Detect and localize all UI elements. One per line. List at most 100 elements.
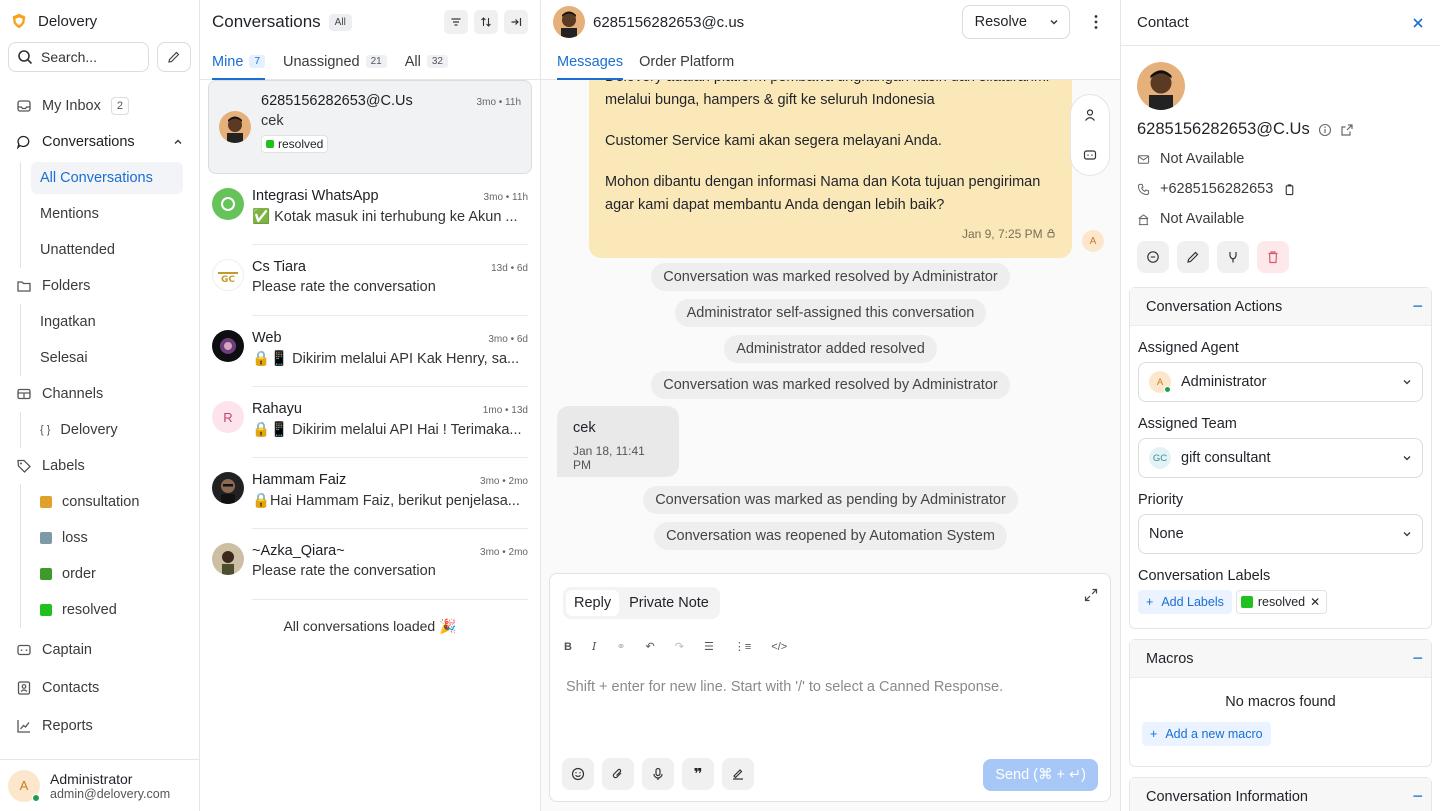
conversation-name: ~Azka_Qiara~ [252,543,345,559]
macros-panel: Macros − No macros found + Add a new macr… [1129,639,1432,767]
sidebar-item-folder-selesai[interactable]: Selesai [21,340,199,376]
code-icon[interactable]: </> [771,641,787,653]
assigned-agent-select[interactable]: A Administrator [1138,362,1423,402]
sidebar-item-label-order[interactable]: order [21,556,199,592]
chevron-down-icon [1403,532,1411,537]
collapse-icon[interactable]: − [1412,648,1423,669]
nav-my-inbox[interactable]: My Inbox 2 [0,88,199,124]
conversation-preview: Please rate the conversation [252,279,436,295]
nav-contacts[interactable]: Contacts [0,670,199,706]
svg-text:GC: GC [221,275,235,285]
search-input[interactable]: Search... [8,42,149,72]
contacts-icon [17,681,31,695]
my-inbox-count: 2 [110,97,129,115]
conversation-item[interactable]: Hammam Faiz 3mo • 2mo 🔒Hai Hammam Faiz, b… [200,458,540,529]
nav-channels[interactable]: Channels [0,376,199,412]
sidebar-item-mentions[interactable]: Mentions [21,196,199,232]
remove-label-icon[interactable]: ✕ [1310,595,1320,609]
captain-bot-icon[interactable] [1083,148,1097,162]
tab-messages[interactable]: Messages [557,44,624,80]
contact-phone: +6285156282653 [1137,179,1424,199]
sidebar-item-channel-delovery[interactable]: { } Delovery [21,412,199,448]
external-link-icon[interactable] [1340,123,1354,137]
bold-icon[interactable]: B [564,641,572,653]
sidebar-item-folder-ingatkan[interactable]: Ingatkan [21,304,199,340]
chevron-up-icon[interactable] [173,137,183,147]
conversation-information-header[interactable]: Conversation Information − [1130,778,1431,811]
link-icon[interactable]: ⚭ [616,640,625,653]
assigned-team-select[interactable]: GC gift consultant [1138,438,1423,478]
more-vertical-icon[interactable] [1084,10,1108,34]
collapse-panel-button[interactable] [504,10,528,34]
italic-icon[interactable]: I [592,640,596,653]
tab-all[interactable]: All 32 [405,44,448,79]
redo-icon[interactable]: ↷ [675,640,684,653]
online-status-dot [32,793,40,802]
macros-header[interactable]: Macros − [1130,640,1431,678]
compose-button[interactable] [157,42,191,72]
edit-contact-button[interactable] [1177,241,1209,273]
priority-select[interactable]: None [1138,514,1423,554]
chat-contact-name[interactable]: 6285156282653@c.us [593,14,744,31]
conversation-item[interactable]: ~Azka_Qiara~ 3mo • 2mo Please rate the co… [200,529,540,600]
collapse-icon[interactable]: − [1412,786,1423,807]
sidebar-item-unattended[interactable]: Unattended [21,232,199,268]
tab-order-platform[interactable]: Order Platform [639,44,734,79]
label-color-swatch [40,604,52,616]
send-button[interactable]: Send (⌘ + ↵) [983,759,1098,791]
copy-icon[interactable] [1283,183,1296,196]
resolve-button[interactable]: Resolve [961,5,1070,39]
nav-labels[interactable]: Labels [0,448,199,484]
nav-folders[interactable]: Folders [0,268,199,304]
reply-mode-button[interactable]: Reply [566,590,620,616]
sort-button[interactable] [474,10,498,34]
attach-button[interactable] [602,758,634,790]
merge-contact-button[interactable] [1217,241,1249,273]
tab-unassigned[interactable]: Unassigned 21 [283,44,387,79]
private-note-mode-button[interactable]: Private Note [621,590,717,616]
close-icon[interactable] [1412,17,1424,29]
sidebar-item-all-conversations[interactable]: All Conversations [31,162,183,194]
sidebar-item-label-resolved[interactable]: resolved [21,592,199,628]
conversation-item[interactable]: Web 3mo • 6d 🔒📱 Dikirim melalui API Kak H… [200,316,540,387]
activity-message: Administrator added resolved [541,335,1120,363]
undo-icon[interactable]: ↶ [646,640,655,653]
conversation-item[interactable]: 6285156282653@C.Us 3mo • 11h cek resolved [208,80,532,174]
numbered-list-icon[interactable]: ⋮≡ [734,640,751,653]
activity-message: Conversation was marked resolved by Admi… [541,263,1120,291]
canned-response-button[interactable]: ❞ [682,758,714,790]
collapse-icon[interactable]: − [1412,296,1423,317]
conversation-actions-header[interactable]: Conversation Actions − [1130,288,1431,326]
sidebar-item-label-loss[interactable]: loss [21,520,199,556]
filter-button[interactable] [444,10,468,34]
status-filter-pill[interactable]: All [328,13,352,31]
nav-captain[interactable]: Captain [0,632,199,668]
info-icon[interactable] [1318,123,1332,137]
conversation-item[interactable]: R Rahayu 1mo • 13d 🔒📱 Dikirim melalui API… [200,387,540,458]
label-name: consultation [62,494,140,510]
emoji-button[interactable] [562,758,594,790]
expand-icon[interactable] [1084,588,1098,602]
label-color-swatch [40,532,52,544]
voice-record-button[interactable] [642,758,674,790]
reply-composer: Reply Private Note B I ⚭ ↶ ↷ ☰ ⋮≡ </> Sh… [549,573,1111,802]
chevron-down-icon[interactable] [1049,17,1059,27]
nav-reports[interactable]: Reports [0,708,199,744]
delete-contact-button[interactable] [1257,241,1289,273]
tab-mine[interactable]: Mine 7 [212,44,265,80]
contact-avatar[interactable] [553,6,585,38]
add-macro-button[interactable]: + Add a new macro [1142,722,1271,746]
bullet-list-icon[interactable]: ☰ [704,640,714,653]
message-input[interactable]: Shift + enter for new line. Start with '… [566,679,1003,695]
nav-conversations[interactable]: Conversations [0,124,199,160]
message-text: cek [573,420,596,436]
new-message-button[interactable] [1137,241,1169,273]
conversation-item[interactable]: GC Cs Tiara 13d • 6d Please rate the conv… [200,245,540,316]
conversation-item[interactable]: Integrasi WhatsApp 3mo • 11h ✅ Kotak masu… [200,174,540,245]
conversation-preview: ✅ Kotak masuk ini terhubung ke Akun ... [252,209,518,225]
user-icon[interactable] [1083,108,1097,122]
current-user[interactable]: A Administrator admin@delovery.com [0,759,199,811]
sidebar-item-label-consultation[interactable]: consultation [21,484,199,520]
signature-button[interactable] [722,758,754,790]
add-labels-button[interactable]: + Add Labels [1138,590,1232,614]
